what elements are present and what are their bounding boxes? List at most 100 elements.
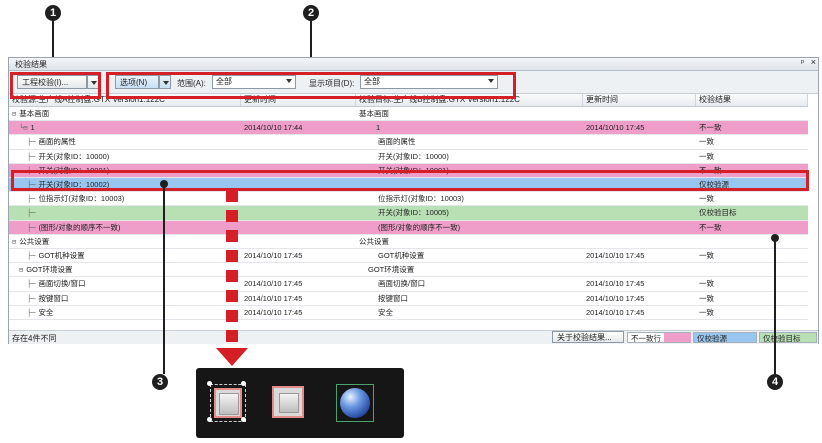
cell-result-text: 一致 — [699, 251, 714, 260]
cell-source-time — [241, 235, 356, 248]
table-row[interactable]: ⊟ 基本画面 基本画面 — [9, 107, 808, 122]
cell-source-time: 2014/10/10 17:45 — [241, 292, 356, 305]
cell-target: 画面的属性 — [356, 135, 583, 148]
close-icon[interactable]: × — [811, 57, 816, 67]
callout-2: 2 — [303, 5, 319, 21]
cell-target: 安全 — [356, 306, 583, 319]
cell-target-text: 位指示灯(对象ID：10003) — [378, 194, 464, 204]
about-result-button[interactable]: 关于校验结果... — [552, 331, 624, 343]
selection-handle[interactable] — [241, 381, 246, 386]
table-row[interactable]: ├─ GOT机种设置 2014/10/10 17:45 GOT机种设置 2014/10/… — [9, 249, 808, 264]
cell-source-time — [241, 206, 356, 219]
cell-target-time — [583, 263, 696, 276]
cell-source-time — [241, 107, 356, 120]
cell-result-text: 一致 — [699, 137, 714, 147]
cell-source-time-text: 2014/10/10 17:44 — [244, 123, 303, 133]
cell-result-text: 不一致 — [699, 123, 722, 133]
switch-icon[interactable] — [272, 386, 304, 418]
cell-source-time — [241, 263, 356, 276]
table-row[interactable]: └⊟ 1 2014/10/10 17:44 1 2014/10/10 17:45 不一致 — [9, 121, 808, 136]
switch-icon[interactable] — [210, 384, 246, 422]
cell-source: ├─ 画面切换/窗口 — [9, 277, 241, 290]
cell-source-time-text: 2014/10/10 17:45 — [244, 307, 303, 317]
cell-source-text: 位指示灯(对象ID：10003) — [38, 194, 125, 204]
lamp-icon[interactable] — [336, 384, 374, 422]
table-row[interactable]: ├─ 按键窗口 2014/10/10 17:45 按键窗口 2014/10/10 17:… — [9, 292, 808, 306]
cell-source: ├─ (图形/对象的顺序不一致) — [9, 221, 241, 234]
table-row[interactable]: ├─ 开关(对象ID：10000) 开关(对象ID：10000) 一致 — [9, 150, 808, 164]
selection-handle[interactable] — [241, 417, 246, 422]
table-row[interactable]: ├─ 位指示灯(对象ID：10003) 位指示灯(对象ID：10003) 一致 — [9, 192, 808, 207]
cell-source-text: GOT环境设置 — [26, 265, 73, 275]
callout-4: 4 — [767, 374, 783, 390]
pin-icon[interactable]: ᵖ — [801, 58, 804, 67]
result-grid: 校验源:生产线A控制盘.GTX Version1.122C 更新时间 校验目标:… — [9, 94, 808, 330]
table-row[interactable]: ⊟ GOT环境设置 GOT环境设置 — [9, 263, 808, 278]
cell-result-text: 不一致 — [699, 222, 722, 232]
cell-source-text: 画面的属性 — [38, 137, 76, 147]
cell-source-time — [241, 221, 356, 234]
about-result-label: 关于校验结果... — [557, 333, 612, 342]
cell-result: 一致 — [696, 277, 808, 290]
callout-4-line — [774, 238, 776, 374]
selection-handle[interactable] — [207, 417, 212, 422]
table-row[interactable]: ├─ 开关(对象ID：10005) 仅校验目标 — [9, 206, 808, 221]
tree-line: ├─ — [27, 252, 36, 260]
cell-result — [696, 263, 808, 276]
tree-line: ├─ — [27, 223, 36, 232]
cell-result: 一致 — [696, 150, 808, 163]
cell-target-time-text: 2014/10/10 17:45 — [586, 123, 645, 133]
cell-target-time: 2014/10/10 17:45 — [583, 277, 696, 290]
cell-source-time — [241, 192, 356, 205]
cell-source: ├─ 画面的属性 — [9, 135, 241, 148]
collapse-icon[interactable]: ⊟ — [19, 266, 23, 274]
cell-target-text: GOT环境设置 — [368, 265, 415, 275]
legend-mismatch-label: 不一致行 — [631, 334, 661, 343]
cell-target: GOT机种设置 — [356, 249, 583, 262]
cell-result-text: 一致 — [699, 307, 714, 317]
cell-result: 不一致 — [696, 121, 808, 134]
cell-result — [696, 235, 808, 248]
cell-source-time — [241, 150, 356, 163]
cell-target-time-text: 2014/10/10 17:45 — [586, 293, 645, 303]
tree-line: ├─ — [27, 152, 36, 161]
cell-target: 开关(对象ID：10000) — [356, 150, 583, 163]
table-row[interactable]: ⊟ 公共设置 公共设置 — [9, 235, 808, 249]
tree-line: ├─ — [27, 138, 36, 147]
cell-target-time — [583, 135, 696, 148]
cell-target-text: 基本画面 — [359, 109, 389, 118]
cell-target-text: 公共设置 — [359, 236, 389, 246]
table-row[interactable]: ├─ (图形/对象的顺序不一致) (图形/对象的顺序不一致) 不一致 — [9, 220, 808, 235]
cell-target-time: 2014/10/10 17:45 — [583, 306, 696, 319]
legend-source-only: 仅校验源 — [693, 332, 757, 343]
table-row[interactable]: ├─ 安全 2014/10/10 17:45 安全 2014/10/10 17:45 一致 — [9, 306, 808, 320]
cell-target: (图形/对象的顺序不一致) — [356, 221, 583, 234]
column-header-target-time[interactable]: 更新时间 — [583, 94, 696, 106]
cell-source: ⊟ GOT环境设置 — [9, 263, 241, 276]
cell-source: ⊟ 公共设置 — [9, 235, 241, 248]
collapse-icon[interactable]: ⊟ — [12, 238, 16, 246]
collapse-icon[interactable]: ⊟ — [12, 110, 16, 118]
table-row[interactable]: ├─ 画面切换/窗口 2014/10/10 17:45 画面切换/窗口 2014/10/… — [9, 277, 808, 292]
selection-handle[interactable] — [207, 381, 212, 386]
cell-source-text: 1 — [30, 123, 35, 133]
table-row[interactable]: ├─ 画面的属性 画面的属性 一致 — [9, 135, 808, 150]
cell-target-text: 开关(对象ID：10005) — [378, 208, 449, 218]
cell-source: ├─ 按键窗口 — [9, 292, 241, 305]
compare-result-window: 校验结果 ᵖ × 工程校验(I)... 选项(N) 范围(A): 全部 显示项目… — [8, 57, 819, 344]
highlight-box-2 — [106, 72, 516, 99]
cell-result — [696, 107, 808, 120]
column-header-result[interactable]: 校验结果 — [696, 94, 808, 106]
cell-source: ├─ 位指示灯(对象ID：10003) — [9, 192, 241, 205]
cell-target-time — [583, 150, 696, 163]
cell-target-text: GOT机种设置 — [378, 251, 425, 260]
cell-target: 开关(对象ID：10005) — [356, 206, 583, 219]
cell-source-time — [241, 135, 356, 148]
cell-target-time — [583, 192, 696, 205]
cell-source: ├─ — [9, 206, 241, 219]
cell-result-text: 一致 — [699, 194, 714, 204]
cell-target-time — [583, 206, 696, 219]
collapse-icon[interactable]: └⊟ — [19, 124, 27, 132]
cell-target-text: 1 — [376, 123, 381, 133]
cell-target-text: 画面切换/窗口 — [378, 279, 426, 289]
